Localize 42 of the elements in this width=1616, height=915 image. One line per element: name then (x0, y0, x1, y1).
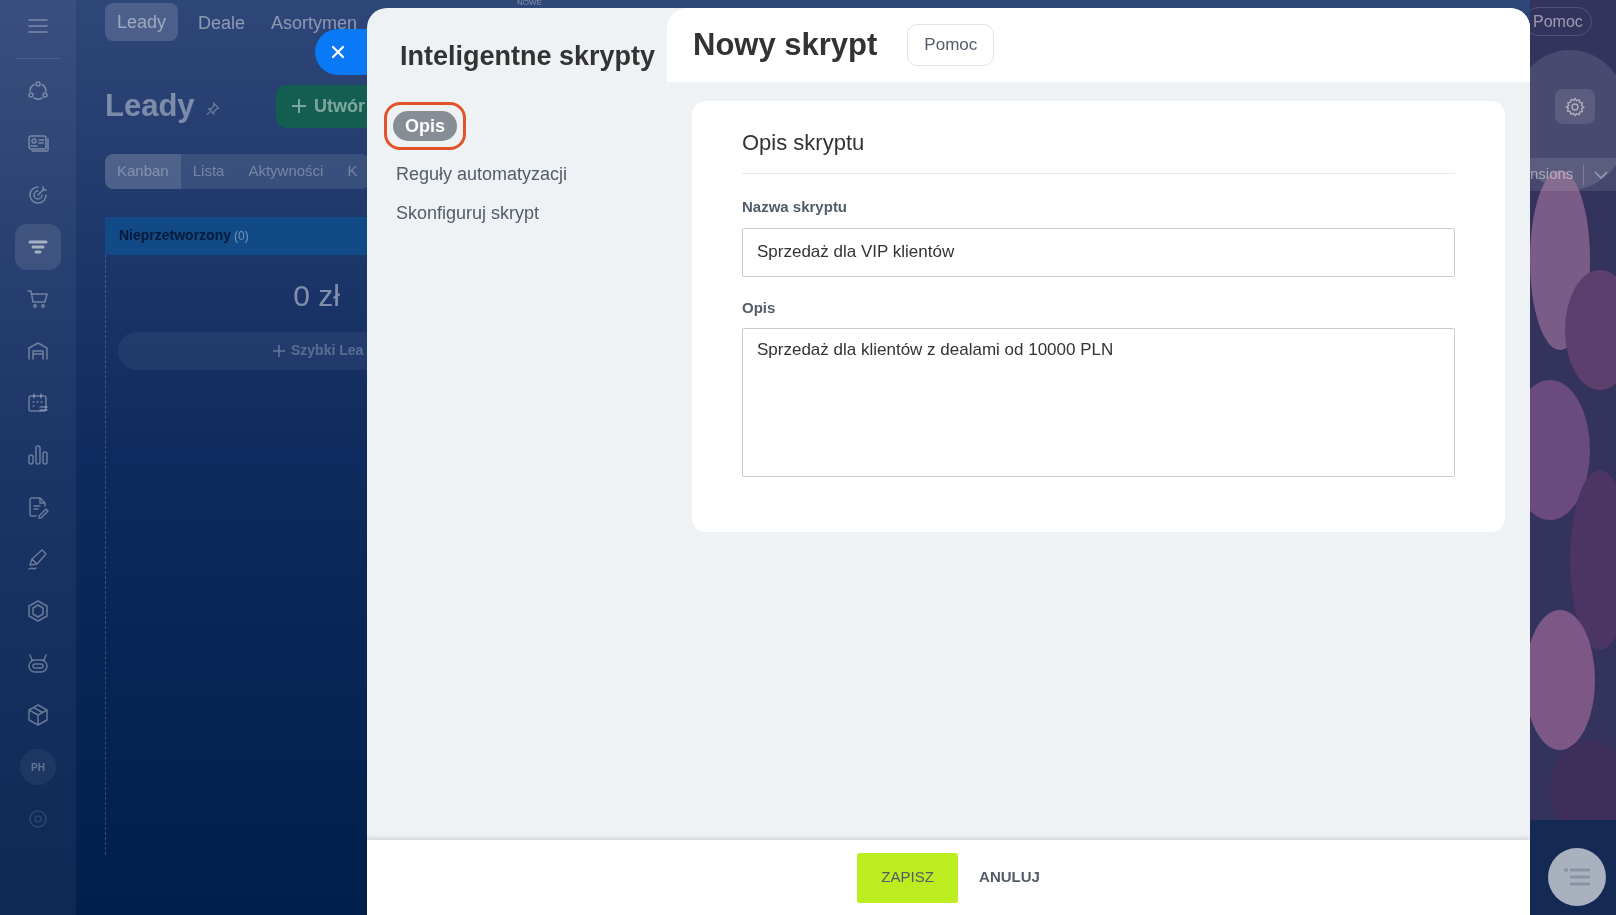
robot-icon (26, 651, 50, 675)
field-label: Nazwa skryptu (742, 197, 849, 217)
bar-chart-icon (26, 443, 50, 467)
document-edit-icon (26, 495, 50, 519)
pin-icon[interactable] (204, 101, 220, 118)
nav-title: Inteligentne skrypty (399, 40, 657, 73)
pen-icon (26, 547, 50, 571)
column-count: (0) (234, 227, 249, 245)
nav-item[interactable]: Opis (384, 101, 466, 150)
top-tab[interactable]: Asortymen (259, 10, 358, 34)
cart-icon (26, 287, 50, 311)
calendar-icon (26, 391, 50, 415)
circle-nodes-icon (26, 79, 50, 103)
hexagon-icon (26, 599, 50, 623)
field-label: Opis (742, 297, 777, 318)
avatar[interactable]: PH (20, 749, 56, 785)
create-button[interactable]: Utwór (276, 84, 367, 128)
new-label: NOWE (517, 0, 542, 9)
close-icon (331, 45, 345, 59)
panel-title: Nowy skrypt (693, 25, 878, 64)
sidebar-item[interactable] (15, 224, 61, 270)
settings-button[interactable] (1555, 89, 1595, 124)
top-tab[interactable]: Deale (186, 10, 246, 34)
chevron-down-icon (1594, 170, 1609, 179)
list-icon (1564, 868, 1590, 886)
filter-chip-label: nsions (1530, 164, 1574, 185)
filter-chip[interactable]: nsions (1530, 158, 1616, 191)
textarea-field[interactable]: Sprzedaż dla klientów z dealami od 10000 PLN (742, 328, 1455, 477)
plus-icon (273, 344, 285, 357)
column-total: 0 zł (292, 277, 341, 314)
box-icon (26, 703, 50, 727)
warehouse-icon (26, 339, 50, 363)
help-button[interactable]: Pomoc (907, 24, 995, 66)
cancel-button[interactable]: ANULUJ (979, 852, 1040, 903)
input-field[interactable]: Sprzedaż dla VIP klientów (742, 227, 1455, 277)
target-icon (26, 183, 50, 207)
section-title: Opis skryptu (742, 126, 1455, 174)
save-button[interactable]: ZAPISZ (857, 852, 959, 903)
top-tab[interactable]: Leady (105, 3, 179, 41)
page-title: Leady (105, 87, 195, 125)
plus-icon (292, 99, 306, 114)
column-title: Nieprzetworzony (119, 226, 231, 245)
